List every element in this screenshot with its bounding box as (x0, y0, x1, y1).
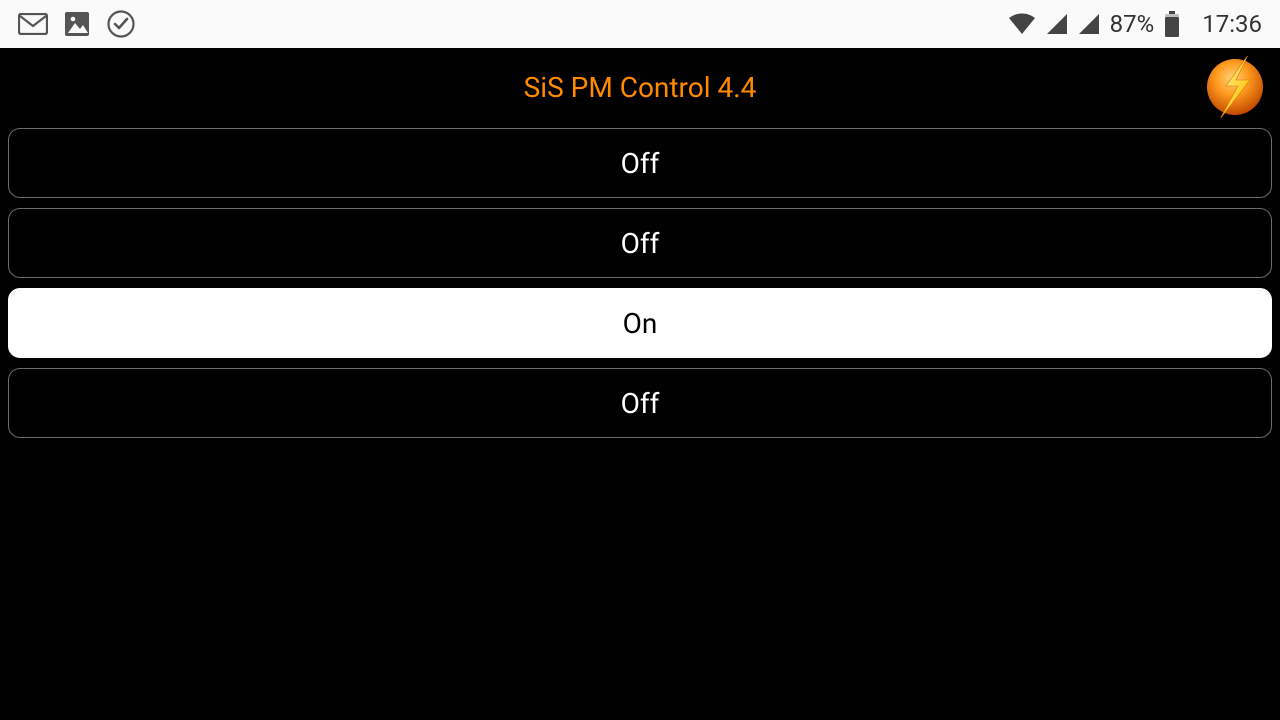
mail-icon (18, 13, 48, 35)
check-circle-icon (106, 9, 136, 39)
outlet-label: Off (621, 227, 660, 260)
wifi-icon (1008, 13, 1036, 35)
battery-icon (1164, 11, 1180, 37)
outlet-button-2[interactable]: Off (8, 208, 1272, 278)
outlet-label: Off (621, 387, 660, 420)
outlet-button-4[interactable]: Off (8, 368, 1272, 438)
status-bar: 87% 17:36 (0, 0, 1280, 48)
battery-percent: 87% (1110, 10, 1155, 38)
outlet-label: On (623, 307, 658, 340)
signal-icon (1046, 13, 1068, 35)
status-bar-left (18, 9, 136, 39)
app-title: SiS PM Control 4.4 (524, 71, 757, 104)
photo-icon (64, 11, 90, 37)
clock: 17:36 (1202, 10, 1262, 38)
lightning-bolt-icon (1204, 56, 1266, 118)
app-header: SiS PM Control 4.4 (0, 48, 1280, 126)
status-bar-right: 87% 17:36 (1008, 10, 1262, 38)
outlet-button-3[interactable]: On (8, 288, 1272, 358)
signal-icon-2 (1078, 13, 1100, 35)
outlet-button-1[interactable]: Off (8, 128, 1272, 198)
outlet-label: Off (621, 147, 660, 180)
outlet-list: Off Off On Off (0, 126, 1280, 440)
